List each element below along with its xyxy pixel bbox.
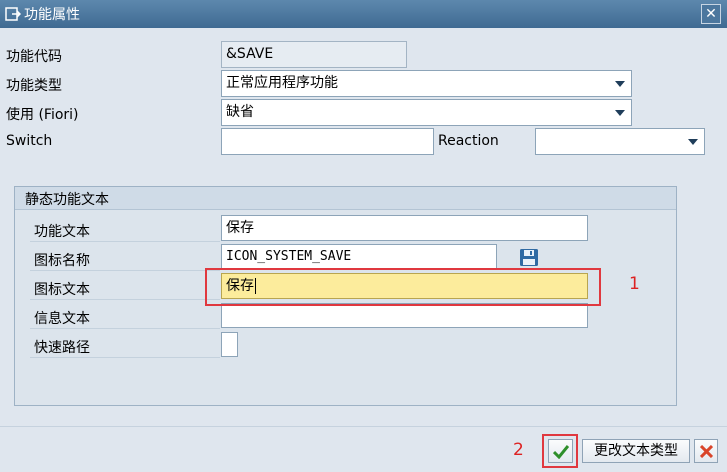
footer-divider xyxy=(0,426,727,427)
annotation-number-1: 1 xyxy=(629,274,640,294)
group-title: 静态功能文本 xyxy=(25,192,109,208)
window-title: 功能属性 xyxy=(24,7,80,23)
switch-field[interactable] xyxy=(221,128,434,155)
reaction-label: Reaction xyxy=(438,133,499,149)
change-text-type-button[interactable]: 更改文本类型 xyxy=(582,439,690,463)
confirm-button[interactable] xyxy=(548,439,573,463)
title-bar: 功能属性 ✕ xyxy=(0,0,727,28)
save-icon[interactable] xyxy=(519,248,539,267)
cancel-button[interactable] xyxy=(694,439,718,463)
group-header: 静态功能文本 xyxy=(15,187,676,210)
row-divider xyxy=(30,328,220,329)
annotation-highlight-1 xyxy=(205,268,601,306)
icon-name-label: 图标名称 xyxy=(34,253,90,269)
close-icon[interactable]: ✕ xyxy=(701,4,721,24)
chevron-down-icon[interactable] xyxy=(688,139,698,145)
shortcut-field[interactable] xyxy=(221,332,238,357)
info-text-label: 信息文本 xyxy=(34,311,90,327)
function-type-label: 功能类型 xyxy=(6,78,62,94)
shortcut-label: 快速路径 xyxy=(34,340,90,356)
switch-label: Switch xyxy=(6,133,53,149)
function-code-label: 功能代码 xyxy=(6,49,62,65)
row-divider xyxy=(30,299,220,300)
confirm-icon xyxy=(553,445,569,459)
usage-select[interactable]: 缺省 xyxy=(221,99,632,126)
row-divider xyxy=(30,270,220,271)
usage-label: 使用 (Fiori) xyxy=(6,107,79,123)
cancel-icon xyxy=(700,445,713,458)
reaction-select[interactable] xyxy=(535,128,705,155)
function-type-select[interactable]: 正常应用程序功能 xyxy=(221,70,632,97)
window-icon xyxy=(5,7,21,21)
usage-value: 缺省 xyxy=(226,104,254,120)
row-divider xyxy=(30,357,220,358)
annotation-number-2: 2 xyxy=(513,440,524,460)
icon-text-label: 图标文本 xyxy=(34,282,90,298)
chevron-down-icon[interactable] xyxy=(615,110,625,116)
row-divider xyxy=(30,241,220,242)
function-text-label: 功能文本 xyxy=(34,224,90,240)
function-code-field[interactable]: &SAVE xyxy=(221,41,407,68)
info-text-field[interactable] xyxy=(221,303,588,328)
chevron-down-icon[interactable] xyxy=(615,81,625,87)
function-text-field[interactable]: 保存 xyxy=(221,215,588,241)
function-type-value: 正常应用程序功能 xyxy=(226,75,338,91)
icon-name-field[interactable]: ICON_SYSTEM_SAVE xyxy=(221,244,497,270)
